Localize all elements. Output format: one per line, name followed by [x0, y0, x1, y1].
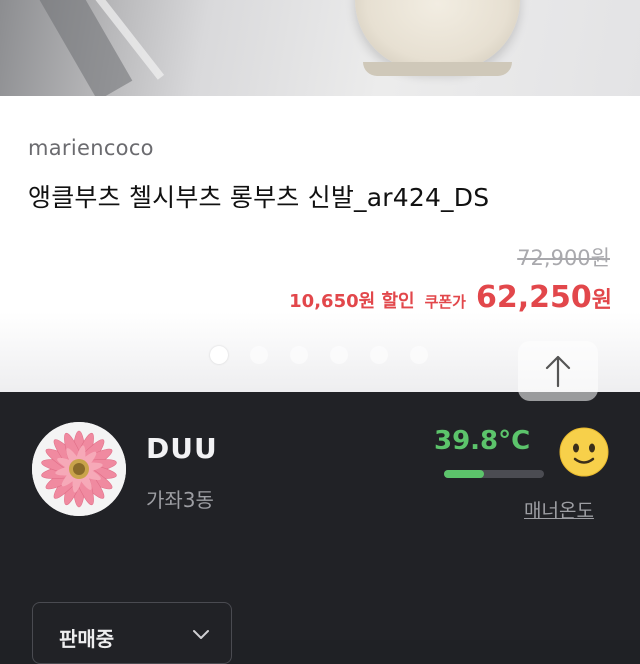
scroll-top-button[interactable] — [518, 341, 598, 401]
boot-image — [355, 0, 520, 76]
temperature-bar — [444, 470, 544, 478]
manner-temperature: 39.8°C — [434, 426, 531, 456]
carousel-dot[interactable] — [210, 346, 228, 364]
sale-status-value: 판매중 — [59, 627, 115, 651]
price-row: 10,650원 할인 쿠폰가 62,250원 — [289, 280, 612, 315]
flower-avatar-image — [32, 422, 126, 516]
carousel-dot[interactable] — [410, 346, 428, 364]
carousel-dot[interactable] — [290, 346, 308, 364]
temperature-bar-fill — [444, 470, 484, 478]
final-price-unit: 원 — [591, 288, 612, 313]
chevron-down-icon — [193, 630, 209, 639]
carousel-dot[interactable] — [330, 346, 348, 364]
store-name[interactable]: mariencoco — [28, 136, 154, 160]
seller-section: DUU 가좌3동 39.8°C 매너온도 판매중 — [0, 392, 640, 664]
up-arrow-icon — [545, 355, 571, 388]
sale-status-select[interactable]: 판매중 — [32, 602, 232, 664]
final-price-value: 62,250 — [475, 280, 592, 315]
original-price: 72,900원 — [517, 246, 610, 270]
product-info-card: mariencoco 앵클부츠 첼시부츠 롱부츠 신발_ar424_DS 72,… — [0, 96, 640, 401]
carousel-dot[interactable] — [370, 346, 388, 364]
carousel-indicator — [210, 346, 428, 364]
discount-amount: 10,650원 할인 — [289, 291, 415, 312]
coupon-label: 쿠폰가 — [424, 293, 466, 311]
product-photo[interactable] — [0, 0, 640, 100]
carousel-dot[interactable] — [250, 346, 268, 364]
seller-nickname[interactable]: DUU — [146, 432, 218, 465]
final-price: 62,250원 — [476, 280, 612, 315]
product-title: 앵클부츠 첼시부츠 롱부츠 신발_ar424_DS — [28, 183, 490, 212]
manner-temperature-link[interactable]: 매너온도 — [524, 496, 594, 523]
seller-location: 가좌3동 — [146, 488, 214, 512]
seller-avatar[interactable] — [32, 422, 126, 516]
smiley-icon — [559, 427, 609, 477]
